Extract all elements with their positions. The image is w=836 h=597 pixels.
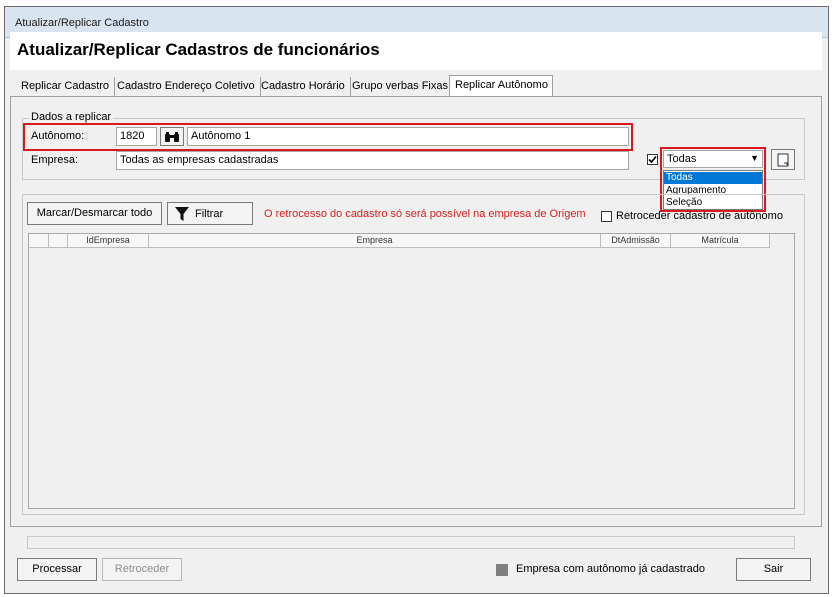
grid-header: IdEmpresa Empresa DtAdmissão Matrícula — [29, 234, 770, 248]
autonomo-label: Autônomo: — [31, 130, 85, 142]
tab-replicar-cadastro[interactable]: Replicar Cadastro — [16, 77, 116, 96]
dropdown-option-todas[interactable]: Todas — [664, 172, 762, 184]
tab-label: Grupo verbas Fixas — [352, 80, 448, 92]
dados-group-label: Dados a replicar — [29, 111, 114, 123]
window-title: Atualizar/Replicar Cadastro — [15, 17, 149, 29]
search-autonomo-button[interactable] — [160, 127, 184, 146]
retroceder-checkbox[interactable] — [601, 211, 612, 222]
retrocesso-warning: O retrocesso do cadastro só será possíve… — [264, 208, 586, 220]
empresa-input[interactable]: Todas as empresas cadastradas — [116, 151, 629, 170]
tab-cadastro-horario[interactable]: Cadastro Horário — [256, 77, 351, 96]
empresa-label: Empresa: — [31, 154, 79, 166]
grid-header-dtadmissao[interactable]: DtAdmissão — [601, 234, 671, 247]
legend-swatch — [496, 564, 508, 576]
autonomo-code-input[interactable]: 1820 — [116, 127, 157, 146]
legend-text: Empresa com autônomo já cadastrado — [516, 563, 705, 575]
filter-select-value: Todas — [667, 153, 697, 165]
grid-header-select[interactable] — [49, 234, 68, 247]
chevron-down-icon[interactable]: ▼ — [750, 153, 759, 163]
filter-button[interactable]: Filtrar — [167, 202, 253, 225]
processar-button[interactable]: Processar — [17, 558, 97, 581]
retroceder-checkbox-label[interactable]: Retroceder cadastro de autônomo — [616, 210, 783, 222]
empresas-grid[interactable]: IdEmpresa Empresa DtAdmissão Matrícula — [28, 233, 795, 509]
tab-label: Replicar Autônomo — [455, 79, 548, 91]
filter-select[interactable]: Todas ▼ — [663, 150, 763, 168]
tab-cadastro-endereco-coletivo[interactable]: Cadastro Endereço Coletivo — [112, 77, 261, 96]
tab-replicar-autonomo[interactable]: Replicar Autônomo — [449, 75, 553, 97]
tab-label: Cadastro Horário — [261, 80, 345, 92]
tab-label: Cadastro Endereço Coletivo — [117, 80, 255, 92]
header-panel: Atualizar/Replicar Cadastros de funcioná… — [10, 32, 822, 70]
filter-button-label: Filtrar — [195, 208, 224, 220]
empresa-select-button[interactable] — [771, 149, 795, 170]
autonomo-name-input[interactable]: Autônomo 1 — [187, 127, 629, 146]
binoculars-icon — [165, 132, 179, 142]
tab-label: Replicar Cadastro — [21, 80, 110, 92]
funnel-icon — [175, 207, 189, 221]
mark-all-button[interactable]: Marcar/Desmarcar todo — [27, 202, 162, 225]
grid-header-matricula[interactable]: Matrícula — [671, 234, 770, 247]
tab-grupo-verbas-fixas[interactable]: Grupo verbas Fixas — [347, 77, 454, 96]
check-icon — [648, 155, 657, 164]
grid-header-indicator — [29, 234, 49, 247]
progress-bar — [27, 536, 795, 549]
page-title: Atualizar/Replicar Cadastros de funcioná… — [17, 40, 380, 59]
document-icon — [777, 153, 789, 167]
grid-header-idempresa[interactable]: IdEmpresa — [68, 234, 149, 247]
grid-header-empresa[interactable]: Empresa — [149, 234, 601, 247]
sair-button[interactable]: Sair — [736, 558, 811, 581]
empresa-filter-checkbox[interactable] — [647, 154, 658, 165]
retroceder-button[interactable]: Retroceder — [102, 558, 182, 581]
